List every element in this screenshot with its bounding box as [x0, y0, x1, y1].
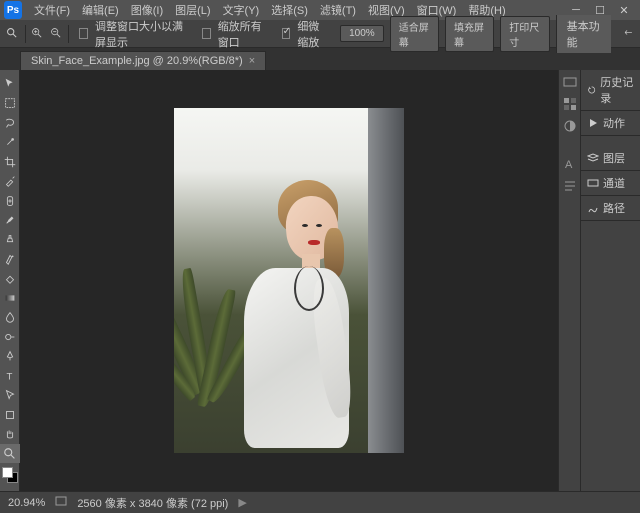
- channels-panel-tab[interactable]: 通道: [581, 171, 640, 196]
- document-tab-title: Skin_Face_Example.jpg @ 20.9%(RGB/8*): [31, 55, 243, 67]
- search-icon[interactable]: [623, 27, 634, 41]
- adjustments-panel-icon[interactable]: [562, 118, 578, 134]
- history-label: 历史记录: [600, 74, 634, 106]
- layers-label: 图层: [603, 150, 625, 166]
- actions-label: 动作: [603, 115, 625, 131]
- blur-tool[interactable]: [0, 308, 20, 327]
- hand-tool[interactable]: [0, 424, 20, 443]
- status-bar: 20.94% 2560 像素 x 3840 像素 (72 ppi) ▶: [0, 491, 640, 513]
- layers-icon: [587, 152, 599, 164]
- color-panel-icon[interactable]: [562, 74, 578, 90]
- play-icon: [587, 117, 599, 129]
- paths-panel-tab[interactable]: 路径: [581, 196, 640, 221]
- channels-label: 通道: [603, 175, 625, 191]
- fit-screen-button[interactable]: 适合屏幕: [390, 16, 439, 52]
- zoom-all-label: 缩放所有窗口: [218, 18, 268, 50]
- options-bar: 调整窗口大小以满屏显示 缩放所有窗口 细微缩放 100% 适合屏幕 填充屏幕 打…: [0, 20, 640, 48]
- pen-tool[interactable]: [0, 347, 20, 366]
- panels-column: 历史记录 动作 图层 通道 路径: [580, 70, 640, 491]
- close-tab-icon[interactable]: ×: [249, 55, 255, 67]
- zoom-tool[interactable]: [0, 444, 20, 463]
- marquee-tool[interactable]: [0, 93, 20, 112]
- zoom-tool-icon: [6, 26, 19, 42]
- shape-tool[interactable]: [0, 405, 20, 424]
- dodge-tool[interactable]: [0, 327, 20, 346]
- zoom-out-icon[interactable]: [50, 26, 63, 42]
- doc-info-icon[interactable]: [55, 495, 67, 510]
- clone-stamp-tool[interactable]: [0, 230, 20, 249]
- channels-icon: [587, 177, 599, 189]
- scrubby-zoom-checkbox[interactable]: 细微缩放: [278, 18, 335, 50]
- layers-panel-tab[interactable]: 图层: [581, 146, 640, 171]
- zoom-100-button[interactable]: 100%: [340, 25, 384, 42]
- app-logo: Ps: [4, 1, 22, 19]
- document-image: [174, 108, 404, 453]
- svg-text:T: T: [7, 371, 13, 382]
- history-brush-tool[interactable]: [0, 249, 20, 268]
- fill-screen-button[interactable]: 填充屏幕: [445, 16, 494, 52]
- lasso-tool[interactable]: [0, 113, 20, 132]
- type-tool[interactable]: T: [0, 366, 20, 385]
- color-swatches[interactable]: [2, 467, 18, 483]
- healing-brush-tool[interactable]: [0, 191, 20, 210]
- character-panel-icon[interactable]: A: [562, 156, 578, 172]
- canvas[interactable]: [20, 70, 558, 491]
- zoom-all-checkbox[interactable]: 缩放所有窗口: [198, 18, 272, 50]
- paths-label: 路径: [603, 200, 625, 216]
- eraser-tool[interactable]: [0, 269, 20, 288]
- path-selection-tool[interactable]: [0, 386, 20, 405]
- svg-text:A: A: [565, 159, 573, 171]
- history-panel-tab[interactable]: 历史记录: [581, 70, 640, 111]
- menu-file[interactable]: 文件(F): [28, 0, 76, 20]
- crop-tool[interactable]: [0, 152, 20, 171]
- document-tab[interactable]: Skin_Face_Example.jpg @ 20.9%(RGB/8*) ×: [20, 51, 266, 70]
- document-dimensions: 2560 像素 x 3840 像素 (72 ppi): [77, 495, 228, 511]
- eyedropper-tool[interactable]: [0, 171, 20, 190]
- tools-panel: T: [0, 70, 20, 491]
- print-size-button[interactable]: 打印尺寸: [500, 16, 549, 52]
- status-chevron-icon[interactable]: ▶: [238, 496, 246, 509]
- collapsed-dock-1: A: [558, 70, 580, 491]
- zoom-level[interactable]: 20.94%: [8, 497, 45, 509]
- scrubby-zoom-label: 细微缩放: [297, 18, 330, 50]
- resize-window-checkbox[interactable]: 调整窗口大小以满屏显示: [75, 18, 192, 50]
- gradient-tool[interactable]: [0, 288, 20, 307]
- paths-icon: [587, 202, 599, 214]
- brush-tool[interactable]: [0, 210, 20, 229]
- actions-panel-tab[interactable]: 动作: [581, 111, 640, 136]
- paragraph-panel-icon[interactable]: [562, 178, 578, 194]
- magic-wand-tool[interactable]: [0, 132, 20, 151]
- swatches-panel-icon[interactable]: [562, 96, 578, 112]
- history-icon: [587, 84, 596, 96]
- resize-window-label: 调整窗口大小以满屏显示: [95, 18, 188, 50]
- close-button[interactable]: ✕: [612, 1, 636, 19]
- move-tool[interactable]: [0, 74, 20, 93]
- main-area: T: [0, 70, 640, 491]
- workspace-switcher[interactable]: 基本功能: [556, 15, 611, 53]
- zoom-in-icon[interactable]: [31, 26, 44, 42]
